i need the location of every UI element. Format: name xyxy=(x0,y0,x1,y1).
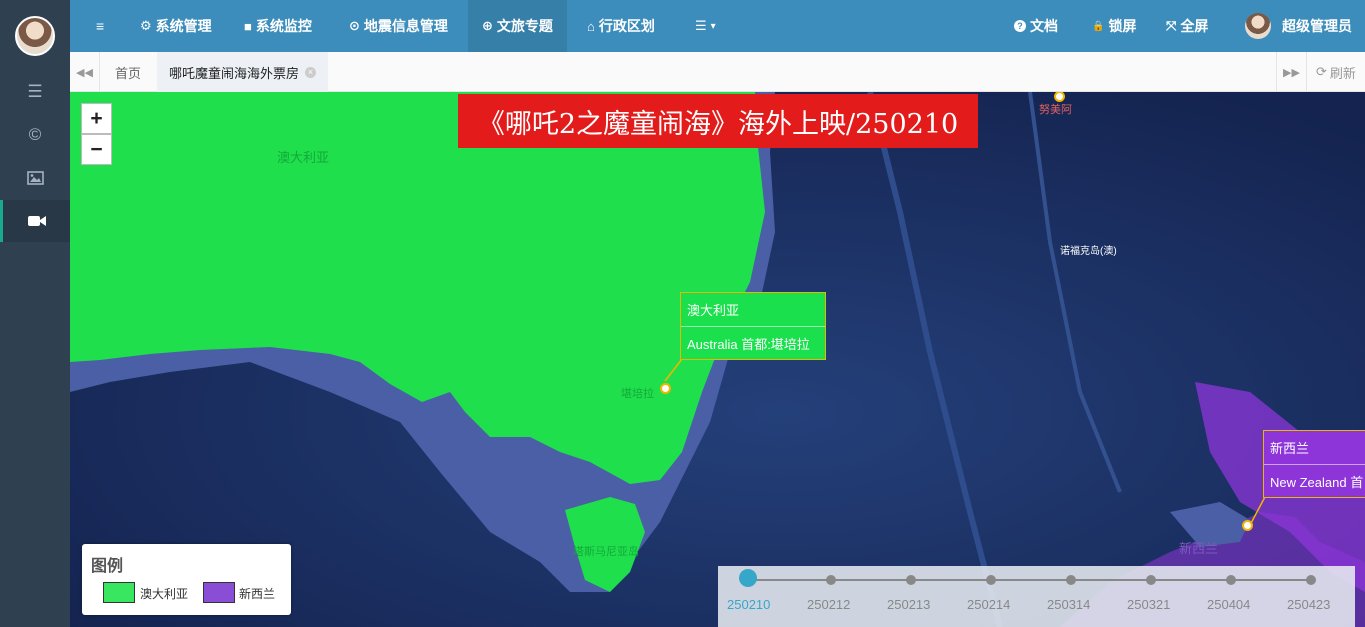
nav-earthquake-info[interactable]: ⊙ 地震信息管理 xyxy=(349,0,448,52)
sidebar: ☰ © xyxy=(0,0,70,627)
nav-label: 行政区划 xyxy=(598,18,655,34)
user-avatar xyxy=(1245,13,1271,39)
nav-more-dropdown[interactable]: ☰ ▾ xyxy=(695,0,716,52)
map-title-banner: 《哪吒2之魔童闹海》海外上映/250210 xyxy=(458,94,978,148)
chevron-down-icon: ▾ xyxy=(710,20,716,32)
nav-label: 系统监控 xyxy=(255,18,312,34)
menu-icon[interactable]: ☰ xyxy=(0,71,70,113)
nav-label: 文档 xyxy=(1030,18,1058,34)
legend-swatch-australia xyxy=(103,582,135,603)
popup-detail: Australia 首都:堪培拉 xyxy=(681,326,825,359)
gear-icon: ⚙ xyxy=(140,18,152,33)
zoom-in-button[interactable]: + xyxy=(81,103,112,134)
map-label-new-zealand: 新西兰 xyxy=(1179,541,1219,556)
timeline-label[interactable]: 250404 xyxy=(1207,597,1250,612)
legend-title: 图例 xyxy=(91,558,124,575)
timeline-label[interactable]: 250314 xyxy=(1047,597,1090,612)
image-icon[interactable] xyxy=(0,157,70,199)
nav-system-monitor[interactable]: ■ 系统监控 xyxy=(244,0,312,52)
popup-title: 新西兰 xyxy=(1270,441,1310,456)
tabs-bar: ◀◀ 首页 哪吒魔童闹海海外票房 × ▶▶ ⟳ 刷新 xyxy=(70,52,1365,92)
nav-label: 系统管理 xyxy=(155,18,212,34)
timeline-label[interactable]: 250321 xyxy=(1127,597,1170,612)
user-name: 超级管理员 xyxy=(1282,18,1352,34)
timeline-node[interactable] xyxy=(1146,575,1156,585)
avatar[interactable] xyxy=(15,16,55,56)
tab-label: 哪吒魔童闹海海外票房 xyxy=(169,65,300,81)
timeline-slider[interactable]: 250210 250212 250213 250214 250314 25032… xyxy=(718,566,1355,627)
map-legend: 图例 澳大利亚 新西兰 xyxy=(82,544,291,615)
lock-icon: 🔒 xyxy=(1092,20,1105,32)
video-icon: ■ xyxy=(244,18,252,34)
tabs-scroll-right-icon[interactable]: ▶▶ xyxy=(1276,52,1306,92)
zoom-out-button[interactable]: − xyxy=(81,134,112,165)
map-label-noumea: 努美阿 xyxy=(1039,104,1072,116)
nav-label: 全屏 xyxy=(1180,18,1209,34)
refresh-icon: ⟳ xyxy=(1316,64,1327,79)
timeline-label[interactable]: 250213 xyxy=(887,597,930,612)
timeline-label[interactable]: 250214 xyxy=(967,597,1010,612)
nav-culture-tourism[interactable]: ⊕ 文旅专题 xyxy=(468,0,567,52)
map-canvas[interactable]: + − 《哪吒2之魔童闹海》海外上映/250210 澳大利亚 努美阿 诺福克岛(… xyxy=(70,92,1365,627)
nav-lock-screen[interactable]: 🔒 锁屏 xyxy=(1092,0,1136,52)
globe-icon: ⊕ xyxy=(482,18,493,33)
tabs-scroll-left-icon[interactable]: ◀◀ xyxy=(70,52,100,92)
nav-administrative-division[interactable]: ⌂ 行政区划 xyxy=(587,0,655,52)
menu-toggle-icon[interactable]: ≡ xyxy=(96,0,104,52)
legend-swatch-new-zealand xyxy=(203,582,235,603)
map-pin-icon: ⊙ xyxy=(349,18,360,33)
popup-detail: New Zealand 首 xyxy=(1264,464,1365,497)
nav-label: 锁屏 xyxy=(1108,18,1137,34)
refresh-button[interactable]: ⟳ 刷新 xyxy=(1306,52,1365,92)
nav-user-menu[interactable]: 超级管理员 xyxy=(1245,0,1352,52)
nav-system-management[interactable]: ⚙ 系统管理 xyxy=(140,0,212,52)
tab-home[interactable]: 首页 xyxy=(103,52,153,92)
popup-australia[interactable]: 澳大利亚 Australia 首都:堪培拉 xyxy=(680,292,826,360)
timeline-node[interactable] xyxy=(1306,575,1316,585)
map-label-tasmania: 塔斯马尼亚岛 xyxy=(573,546,639,558)
top-navbar: ≡ ⚙ 系统管理 ■ 系统监控 ⊙ 地震信息管理 ⊕ 文旅专题 ⌂ 行政区划 ☰ ▾ ? 文档… xyxy=(70,0,1365,52)
question-icon: ? xyxy=(1014,20,1026,32)
timeline-label[interactable]: 250212 xyxy=(807,597,850,612)
map-label-australia: 澳大利亚 xyxy=(277,150,330,165)
wellington-marker[interactable] xyxy=(1242,520,1253,531)
timeline-node[interactable] xyxy=(1066,575,1076,585)
timeline-node[interactable] xyxy=(1226,575,1236,585)
nav-docs[interactable]: ? 文档 xyxy=(1014,0,1058,52)
copyright-icon[interactable]: © xyxy=(0,114,70,156)
tab-nezha-box-office[interactable]: 哪吒魔童闹海海外票房 × xyxy=(157,52,329,92)
map-label-norfolk: 诺福克岛(澳) xyxy=(1060,246,1117,257)
popup-new-zealand[interactable]: 新西兰 New Zealand 首 xyxy=(1263,430,1365,498)
timeline-label-current[interactable]: 250210 xyxy=(727,597,770,612)
map-label-canberra: 堪培拉 xyxy=(621,388,654,400)
timeline-node[interactable] xyxy=(906,575,916,585)
timeline-node[interactable] xyxy=(826,575,836,585)
close-icon[interactable]: × xyxy=(305,66,317,78)
list-icon: ☰ xyxy=(695,18,707,33)
timeline-node-current[interactable] xyxy=(739,569,757,587)
expand-icon: ⤧ xyxy=(1166,18,1177,33)
refresh-label: 刷新 xyxy=(1329,65,1356,81)
bank-icon: ⌂ xyxy=(587,18,595,34)
canberra-marker[interactable] xyxy=(660,383,671,394)
nav-label: 文旅专题 xyxy=(496,18,553,34)
legend-label-new-zealand: 新西兰 xyxy=(239,587,276,601)
video-camera-icon[interactable] xyxy=(0,200,70,242)
timeline-label[interactable]: 250423 xyxy=(1287,597,1330,612)
nav-fullscreen[interactable]: ⤧ 全屏 xyxy=(1166,0,1208,52)
legend-label-australia: 澳大利亚 xyxy=(140,587,189,601)
timeline-node[interactable] xyxy=(986,575,996,585)
popup-title: 澳大利亚 xyxy=(687,303,740,318)
nav-label: 地震信息管理 xyxy=(363,18,448,34)
